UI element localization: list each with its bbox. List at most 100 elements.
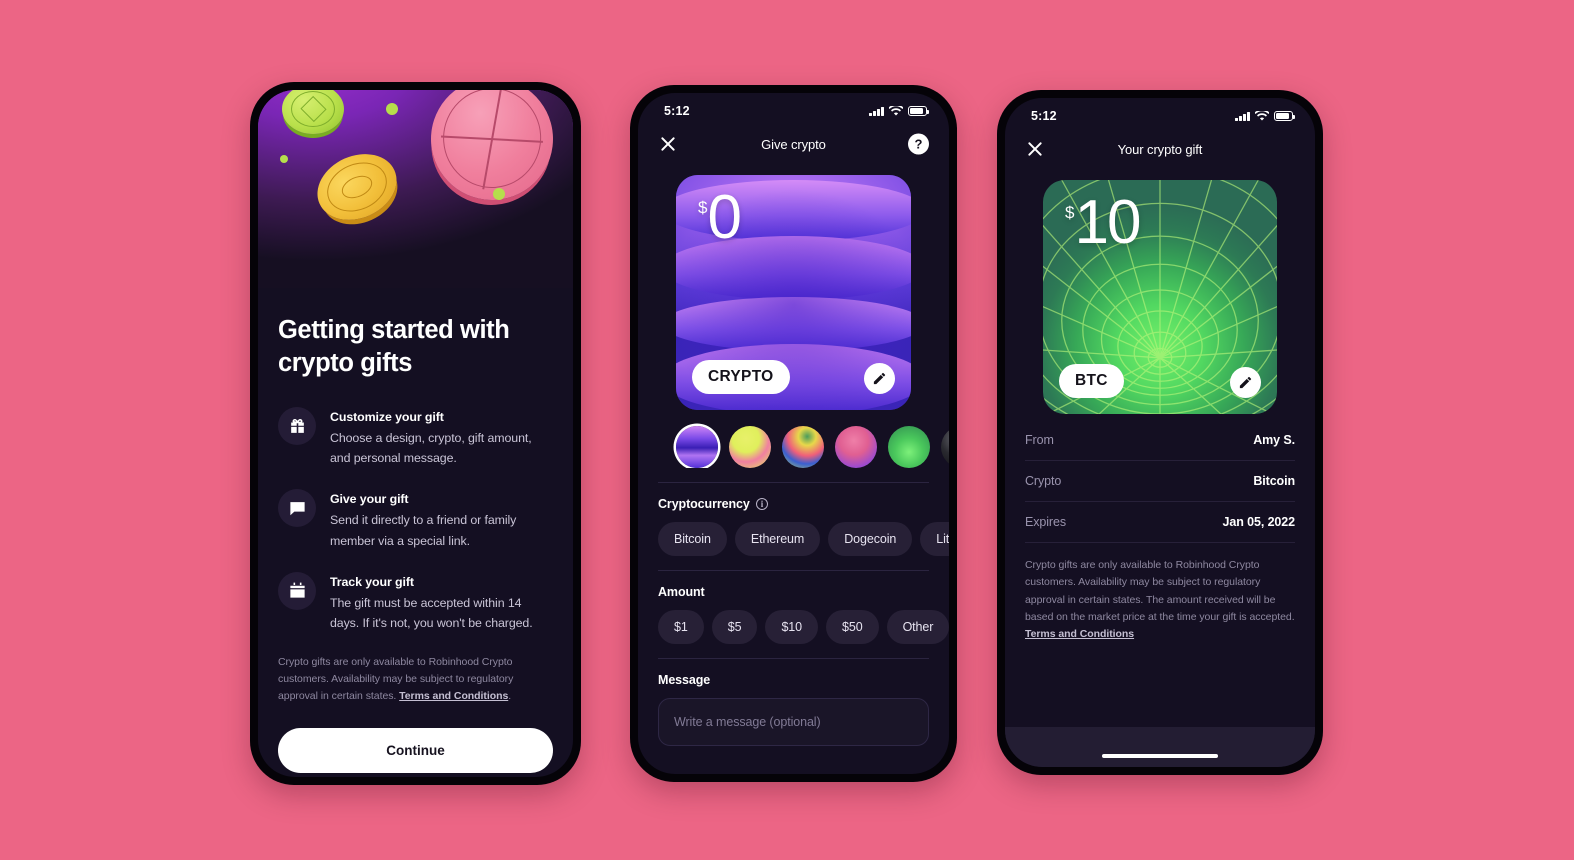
amount-section: Amount $1 $5 $10 $50 Other (638, 571, 949, 644)
detail-value: Jan 05, 2022 (1222, 515, 1296, 529)
feature-list: Customize your gift Choose a design, cry… (278, 407, 553, 633)
feature-item-track: Track your gift The gift must be accepte… (278, 571, 553, 633)
phone2-screen: 5:12 Give crypto ? $ 0 CRYPTO Cryptocurr… (638, 93, 949, 774)
phone-onboarding: 5:12 (250, 82, 581, 785)
terms-link[interactable]: Terms and Conditions (1025, 628, 1134, 640)
detail-row-expires: Expires Jan 05, 2022 (1025, 502, 1295, 543)
close-icon[interactable] (1025, 139, 1045, 159)
amount-option-50[interactable]: $50 (826, 610, 879, 644)
gold-coin (306, 142, 408, 232)
page-title: Getting started with crypto gifts (278, 316, 510, 377)
status-time: 5:12 (1031, 109, 1057, 123)
status-bar-2: 5:12 (638, 93, 949, 123)
amount-options: $1 $5 $10 $50 Other (658, 610, 949, 644)
navbar-title: Give crypto (761, 136, 826, 152)
detail-key: Expires (1025, 515, 1066, 529)
detail-value: Amy S. (1253, 433, 1295, 447)
status-icons (1235, 110, 1296, 122)
message-label: Message (658, 673, 711, 687)
green-coin (282, 90, 344, 134)
navbar-3: Your crypto gift (1005, 128, 1315, 170)
design-swatch-pink-bubbles[interactable] (835, 426, 877, 468)
phone1-screen: 5:12 (258, 90, 573, 777)
feature-title: Customize your gift (330, 410, 444, 425)
phone-your-crypto-gift: 5:12 Your crypto gift $ 10 BTC From Amy … (997, 90, 1323, 775)
amount-value: 10 (1074, 188, 1141, 257)
card-amount-display: $ 0 (698, 183, 742, 252)
card-amount-display: $ 10 (1065, 188, 1141, 257)
amount-option-5[interactable]: $5 (711, 610, 758, 644)
crypto-option-litecoin[interactable]: Litecoin (920, 522, 949, 556)
info-icon[interactable]: i (755, 497, 769, 511)
status-icons (869, 105, 930, 117)
feature-item-give: Give your gift Send it directly to a fri… (278, 489, 553, 550)
message-icon (278, 489, 316, 528)
card-crypto-chip: BTC (1059, 364, 1124, 398)
wifi-icon (1255, 110, 1269, 121)
pencil-icon[interactable] (864, 363, 895, 394)
decor-dot (386, 103, 398, 115)
amount-option-1[interactable]: $1 (658, 610, 704, 644)
navbar-title: Your crypto gift (1117, 141, 1203, 157)
hero-illustration: 5:12 (258, 90, 573, 288)
detail-key: Crypto (1025, 474, 1062, 488)
detail-row-crypto: Crypto Bitcoin (1025, 461, 1295, 502)
detail-key: From (1025, 433, 1054, 447)
battery-icon (908, 106, 930, 116)
cryptocurrency-section: Cryptocurrency i Bitcoin Ethereum Dogeco… (638, 483, 949, 556)
pencil-icon[interactable] (1230, 367, 1261, 398)
detail-value: Bitcoin (1253, 474, 1295, 488)
message-placeholder: Write a message (optional) (674, 715, 821, 729)
status-bar-3: 5:12 (1005, 98, 1315, 128)
phone3-screen: 5:12 Your crypto gift $ 10 BTC From Amy … (1005, 98, 1315, 767)
amount-value: 0 (707, 183, 742, 252)
design-swatch-row[interactable] (638, 410, 949, 468)
calendar-icon (278, 571, 316, 610)
wifi-icon (889, 105, 903, 116)
feature-item-customize: Customize your gift Choose a design, cry… (278, 407, 553, 468)
battery-icon (1274, 111, 1296, 121)
message-input[interactable]: Write a message (optional) (658, 698, 929, 746)
amount-option-10[interactable]: $10 (765, 610, 818, 644)
design-swatch-green-globe[interactable] (888, 426, 930, 468)
cellular-bars-icon (869, 106, 884, 116)
decor-dot (280, 155, 288, 163)
feature-title: Track your gift (330, 574, 414, 589)
terms-link[interactable]: Terms and Conditions (399, 690, 508, 702)
pink-coin (424, 90, 560, 207)
crypto-option-dogecoin[interactable]: Dogecoin (828, 522, 913, 556)
gift-card-green[interactable]: $ 10 BTC (1043, 180, 1277, 414)
disclaimer-1: Crypto gifts are only available to Robin… (278, 654, 553, 706)
feature-desc: The gift must be accepted within 14 days… (330, 595, 533, 630)
home-indicator (1102, 753, 1218, 758)
detail-row-from: From Amy S. (1025, 420, 1295, 461)
design-swatch-lime-swirl[interactable] (729, 426, 771, 468)
gift-card-purple[interactable]: $ 0 CRYPTO (676, 175, 911, 410)
disclaimer-3: Crypto gifts are only available to Robin… (1025, 557, 1295, 644)
feature-title: Give your gift (330, 492, 409, 507)
feature-desc: Choose a design, crypto, gift amount, an… (330, 431, 532, 466)
cryptocurrency-label-row: Cryptocurrency i (658, 497, 929, 511)
home-indicator (357, 763, 474, 768)
disclaimer-tail: . (508, 690, 512, 703)
section-label: Cryptocurrency (658, 497, 750, 511)
bottom-bar (1005, 727, 1315, 767)
card-crypto-chip: CRYPTO (692, 360, 790, 394)
amount-option-other[interactable]: Other (886, 610, 949, 644)
navbar-2: Give crypto ? (638, 123, 949, 165)
cryptocurrency-options: Bitcoin Ethereum Dogecoin Litecoin (658, 522, 949, 556)
help-button[interactable]: ? (908, 133, 929, 155)
close-icon[interactable] (658, 134, 678, 154)
gift-details-list: From Amy S. Crypto Bitcoin Expires Jan 0… (1005, 414, 1315, 543)
disclaimer-text: Crypto gifts are only available to Robin… (1025, 559, 1295, 623)
design-swatch-purple-rings[interactable] (676, 426, 718, 468)
message-section: Message Write a message (optional) (638, 659, 949, 746)
decor-dot (493, 188, 505, 200)
crypto-option-bitcoin[interactable]: Bitcoin (658, 522, 727, 556)
gift-icon (278, 407, 316, 446)
phone-give-crypto: 5:12 Give crypto ? $ 0 CRYPTO Cryptocurr… (630, 85, 957, 782)
crypto-option-ethereum[interactable]: Ethereum (734, 522, 821, 556)
design-swatch-confetti[interactable] (782, 426, 824, 468)
design-swatch-shiba[interactable] (941, 426, 949, 468)
disclaimer-3-wrap: Crypto gifts are only available to Robin… (1005, 543, 1315, 644)
